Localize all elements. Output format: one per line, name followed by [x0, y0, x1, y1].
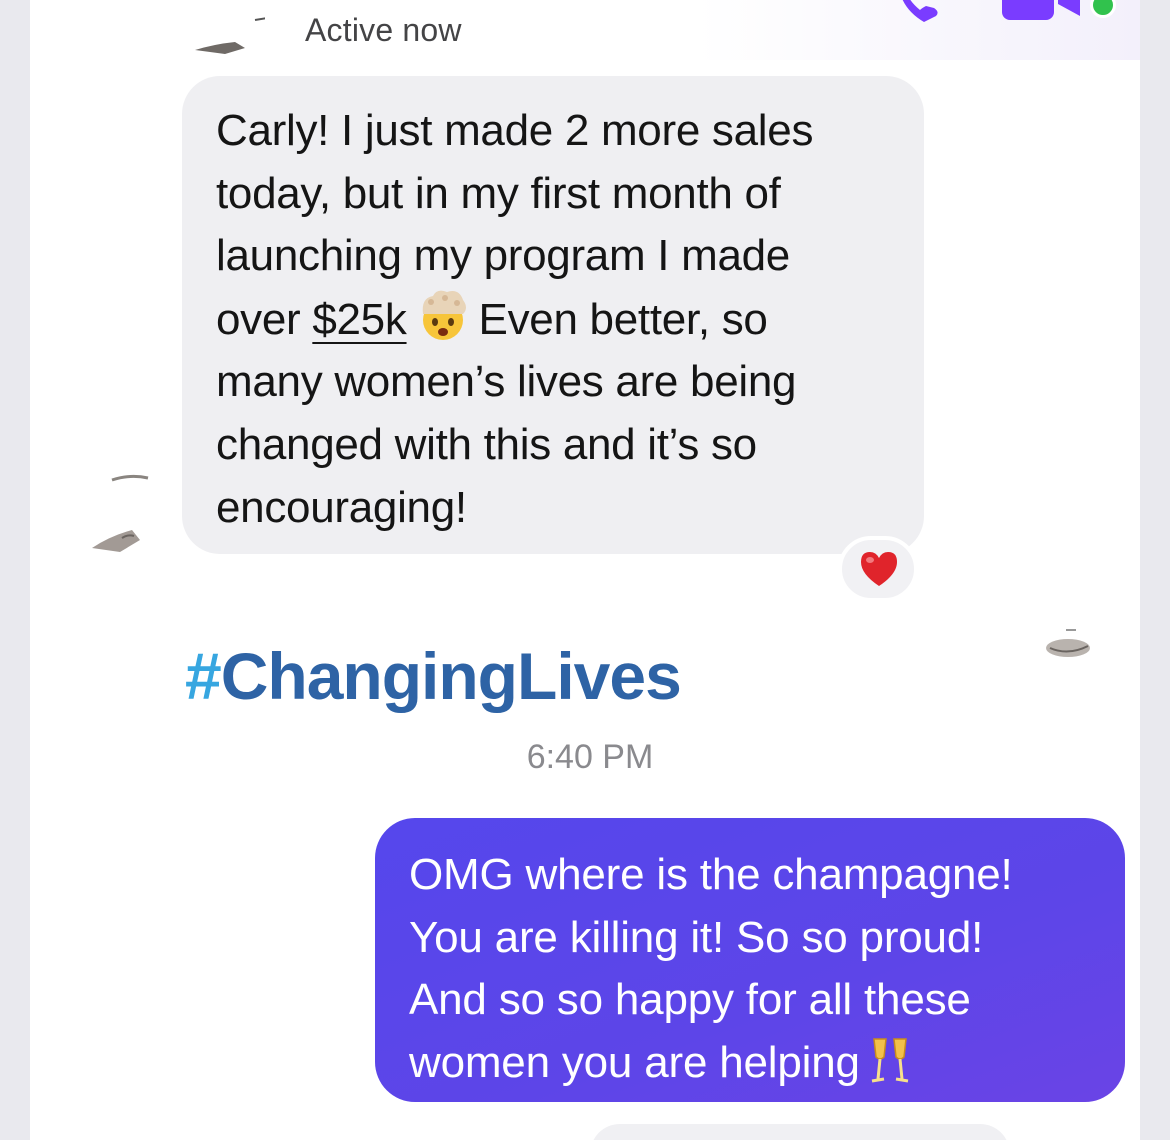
message-line: Carly! I just made 2 more sales [216, 106, 814, 155]
phone-call-icon[interactable] [890, 0, 950, 28]
seen-avatar [1046, 629, 1090, 657]
contact-avatar[interactable] [195, 8, 265, 58]
message-line: launching my program I made [216, 231, 790, 281]
heart-icon [861, 552, 897, 586]
message-line: many women’s lives are being [216, 357, 797, 407]
champagne-glasses-emoji-icon [871, 1038, 909, 1083]
message-text: Even better, so [478, 294, 768, 344]
message-line: today, but in my first month of [216, 168, 781, 218]
message-line: changed with this and it’s so [216, 419, 757, 469]
message-line: OMG where is the champagne! [409, 850, 1013, 899]
message-line: You are killing it! So so proud! [409, 912, 984, 962]
incoming-message-bubble[interactable]: Carly! I just made 2 more sales today, b… [182, 76, 924, 554]
message-text: over [216, 294, 313, 344]
message-timestamp: 6:40 PM [526, 738, 654, 776]
mind-blown-emoji-icon [422, 290, 466, 340]
video-call-icon[interactable] [1000, 0, 1090, 20]
hashtag-overlay: #ChangingLives [185, 638, 682, 714]
active-status: Active now [305, 12, 462, 48]
next-message-bubble[interactable] [590, 1124, 1010, 1140]
hashtag-symbol: # [185, 639, 222, 713]
outgoing-message-bubble[interactable]: OMG where is the champagne! You are kill… [375, 818, 1125, 1102]
message-text: women you are helping [409, 1037, 860, 1087]
message-line: women you are helping [409, 1032, 1095, 1095]
amount-link[interactable]: $25k [312, 295, 407, 344]
sender-avatar[interactable] [70, 470, 160, 560]
message-line: And so so happy for all these [409, 975, 971, 1025]
message-line: over $25k Even better, so [216, 288, 894, 352]
reaction-badge[interactable] [838, 536, 918, 602]
hashtag-text: ChangingLives [220, 639, 682, 713]
chat-screen: Active now Carly! I just made 2 more sal… [30, 0, 1140, 1140]
message-line: encouraging! [216, 482, 467, 532]
